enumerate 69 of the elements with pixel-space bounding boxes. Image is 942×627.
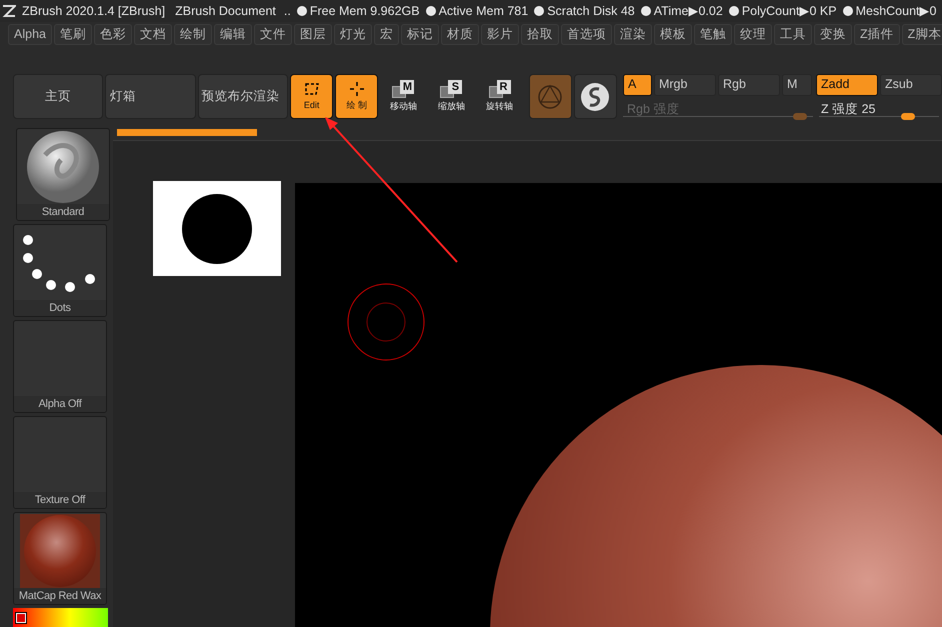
toolbar-button[interactable]: 灯箱 — [105, 74, 196, 119]
menu-item[interactable]: 渲染 — [614, 24, 652, 44]
app-title: ZBrush 2020.1.4 [ZBrush] — [22, 2, 166, 20]
shelf-slot[interactable]: Texture Off — [13, 416, 107, 509]
menu-item[interactable]: 灯光 — [334, 24, 372, 44]
gizmo-button[interactable]: S 缩放轴 — [428, 74, 474, 119]
slot-label: Dots — [14, 300, 106, 316]
stat-readout: PolyCount▶0 KP — [742, 2, 837, 20]
gizmo-button[interactable]: R 旋转轴 — [476, 74, 523, 119]
menu-item[interactable]: 图层 — [294, 24, 332, 44]
slider[interactable]: Z 强度 25 — [818, 98, 939, 120]
edit-frame-icon — [302, 80, 321, 97]
depth-mode-button[interactable]: Zsub — [880, 74, 942, 96]
menu-item[interactable]: 色彩 — [94, 24, 132, 44]
edit-button[interactable]: Edit — [290, 74, 334, 119]
menu-item[interactable]: 编辑 — [214, 24, 252, 44]
toolbar-button[interactable]: 主页 — [13, 74, 104, 119]
mode-button[interactable]: A — [622, 74, 652, 96]
texture-button[interactable] — [574, 74, 617, 119]
menu-item[interactable]: 纹理 — [734, 24, 772, 44]
document-title: ZBrush Document — [175, 2, 276, 20]
sphere-outline-icon — [537, 84, 564, 110]
gizmo-button[interactable]: M 移动轴 — [380, 74, 426, 119]
menu-item[interactable]: Z脚本 — [902, 24, 942, 44]
slot-label: Texture Off — [14, 492, 106, 508]
menu-item[interactable]: 标记 — [400, 24, 439, 44]
color-picker-strip[interactable] — [13, 608, 108, 627]
slider-label: Z 强度 25 — [820, 100, 876, 118]
menu-item[interactable]: 笔触 — [694, 24, 732, 44]
crosshair-icon — [348, 80, 365, 97]
slot-label: MatCap Red Wax — [14, 588, 106, 604]
menu-item[interactable]: 拾取 — [520, 24, 559, 44]
menu-item[interactable]: 变换 — [814, 24, 852, 44]
menu-item[interactable]: 绘制 — [174, 24, 212, 44]
slider-thumb[interactable] — [900, 112, 915, 120]
brush-cursor-icon — [347, 283, 425, 361]
slot-label: Alpha Off — [14, 396, 106, 412]
menu-item[interactable]: 文件 — [254, 24, 292, 44]
slot-label: Standard — [17, 204, 109, 220]
stat-readout: MeshCount▶0 — [856, 2, 936, 20]
menu-item[interactable]: Alpha — [8, 24, 52, 44]
mode-button[interactable]: Mrgb — [654, 74, 716, 96]
mode-button[interactable]: M — [782, 74, 812, 96]
ellipsis: .. — [284, 2, 291, 20]
shelf-slot[interactable]: Alpha Off — [13, 320, 107, 413]
menu-item[interactable]: 工具 — [774, 24, 812, 44]
menu-item[interactable]: 宏 — [374, 24, 399, 44]
shelf-slot[interactable]: Standard — [16, 128, 110, 221]
menu-item[interactable]: 文档 — [134, 24, 172, 44]
menu-item[interactable]: 首选项 — [560, 24, 612, 44]
menu-item[interactable]: Z插件 — [854, 24, 900, 44]
menu-item[interactable]: 材质 — [440, 24, 479, 44]
stat-readout: Scratch Disk 48 — [547, 2, 635, 20]
mode-button[interactable]: Rgb — [718, 74, 780, 96]
draw-button[interactable]: 绘 制 — [335, 74, 378, 119]
shelf-slot[interactable]: Dots — [13, 224, 107, 317]
menu-item[interactable]: 模板 — [654, 24, 692, 44]
shelf-slot[interactable]: MatCap Red Wax — [13, 512, 107, 605]
stat-readout: Free Mem 9.962GB — [310, 2, 420, 20]
app-logo-icon — [2, 4, 16, 18]
depth-mode-button[interactable]: Zadd — [816, 74, 878, 96]
slider-label: Rgb 强度 — [626, 100, 680, 118]
color-swatch — [16, 613, 26, 623]
swirl-sphere-icon — [580, 82, 610, 112]
menu-item[interactable]: 影片 — [480, 24, 519, 44]
toolbar-button[interactable]: 预览布尔渲染 — [198, 74, 288, 119]
stat-readout: Active Mem 781 — [438, 2, 528, 20]
menu-item[interactable]: 笔刷 — [54, 24, 92, 44]
stat-readout: ATime▶0.02 — [654, 2, 723, 20]
